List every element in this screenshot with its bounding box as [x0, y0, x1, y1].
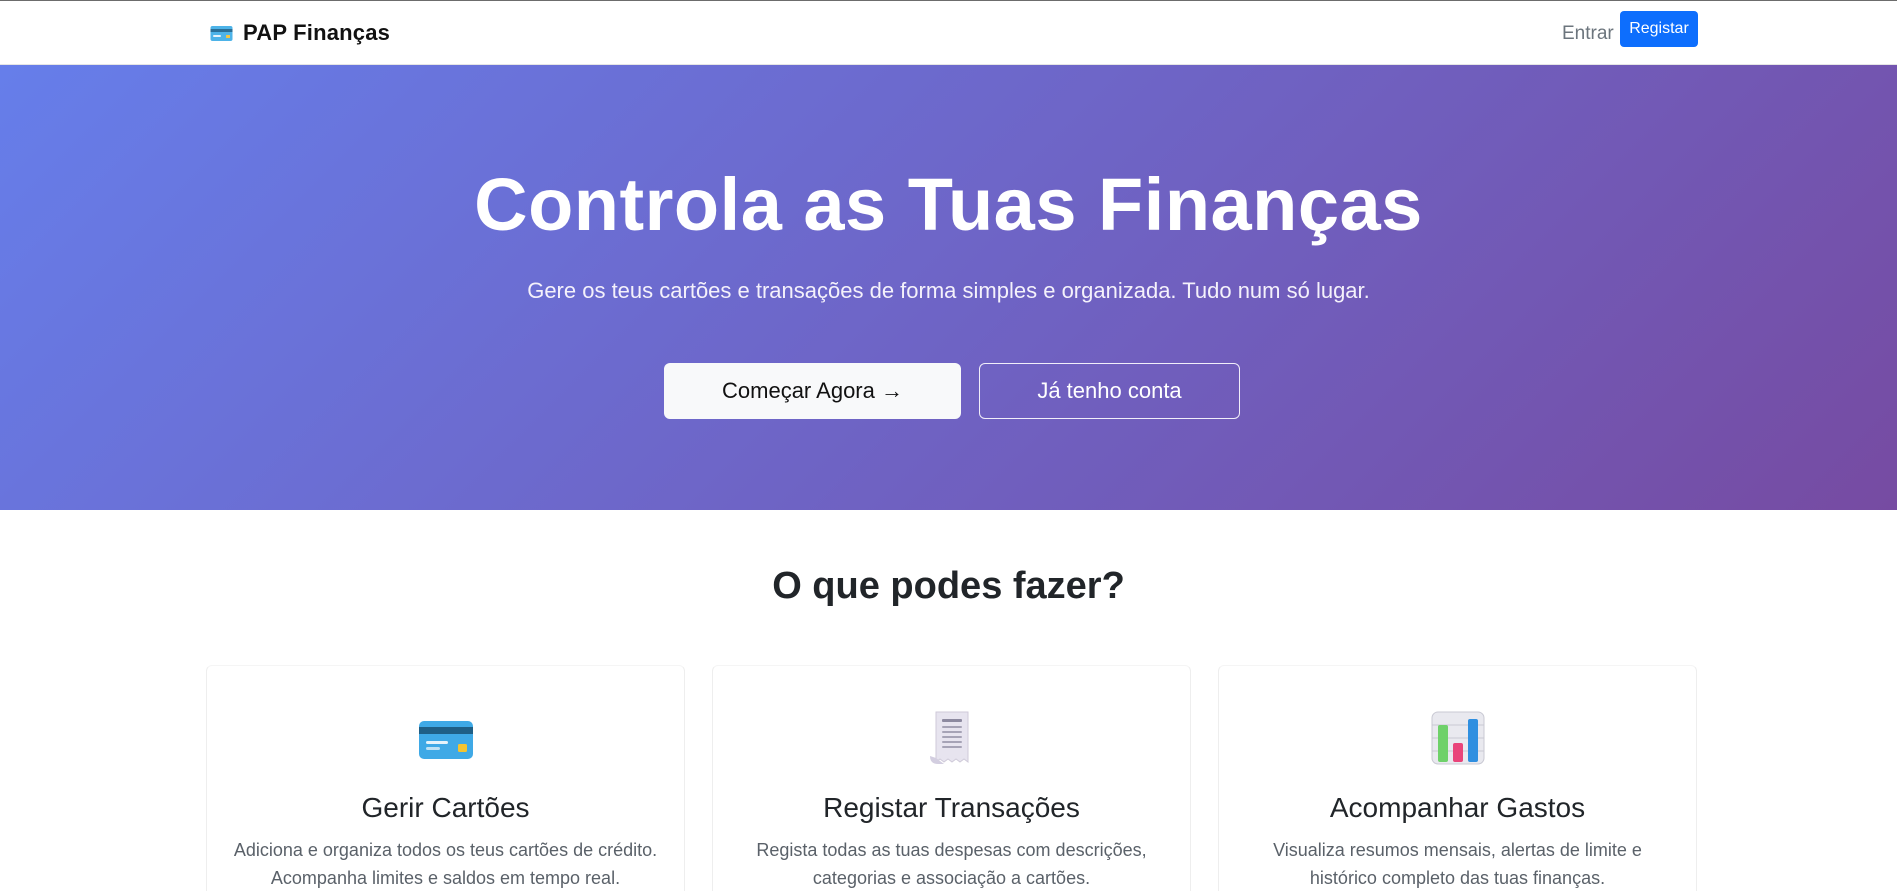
hero-title: Controla as Tuas Finanças: [474, 163, 1423, 246]
brand-link[interactable]: PAP Finanças: [210, 20, 390, 46]
brand-name: PAP Finanças: [243, 20, 391, 45]
feature-card-transactions: Registar Transações Regista todas as tua…: [712, 665, 1191, 891]
features-title: O que podes fazer?: [772, 565, 1125, 607]
feature-description: Visualiza resumos mensais, alertas de li…: [1273, 840, 1642, 888]
login-link[interactable]: Entrar: [1562, 23, 1614, 45]
credit-card-icon: [210, 25, 233, 42]
feature-description: Regista todas as tuas despesas com descr…: [756, 840, 1147, 888]
navbar: PAP Finanças Entrar Registar: [0, 0, 1897, 65]
feature-card-cards: Gerir Cartões Adiciona e organiza todos …: [206, 665, 685, 891]
bar-chart-icon: [1428, 708, 1488, 768]
feature-title: Registar Transações: [823, 792, 1080, 823]
receipt-icon: [922, 708, 982, 768]
feature-title: Acompanhar Gastos: [1329, 792, 1586, 823]
hero-subtitle: Gere os teus cartões e transações de for…: [527, 278, 1370, 303]
start-now-button[interactable]: Começar Agora →: [664, 363, 961, 419]
feature-card-expenses: Acompanhar Gastos Visualiza resumos mens…: [1218, 665, 1697, 891]
have-account-button[interactable]: Já tenho conta: [979, 363, 1240, 419]
feature-title: Gerir Cartões: [361, 792, 530, 823]
register-button[interactable]: Registar: [1620, 11, 1698, 47]
hero-section: Controla as Tuas Finanças Gere os teus c…: [0, 65, 1897, 510]
credit-card-icon: [416, 708, 476, 768]
feature-description: Adiciona e organiza todos os teus cartõe…: [233, 840, 658, 888]
